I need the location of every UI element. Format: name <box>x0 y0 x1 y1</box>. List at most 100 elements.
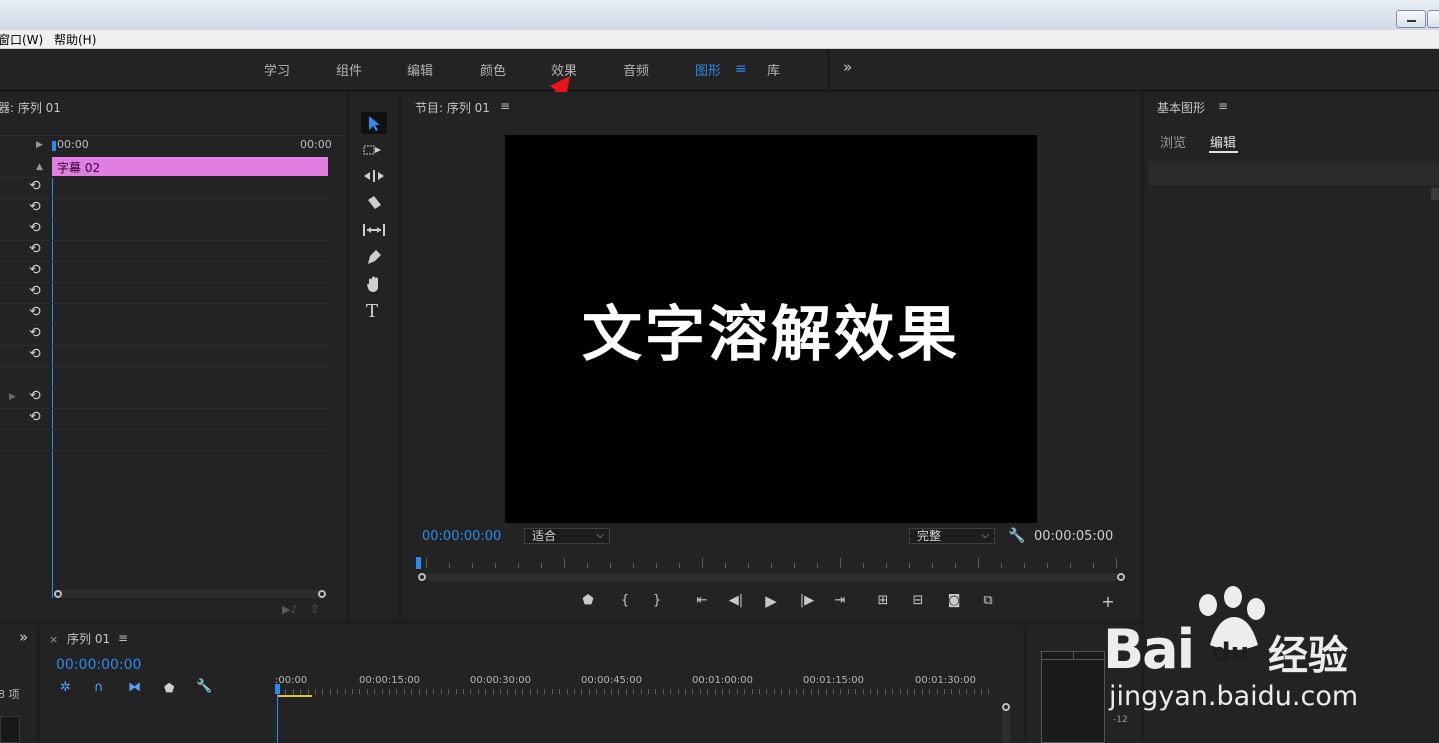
workspace-menu-icon[interactable]: ≡ <box>735 61 747 77</box>
property-row <box>0 198 328 220</box>
mark-out-icon[interactable]: } <box>647 593 667 608</box>
scroll-handle-right[interactable] <box>318 590 326 598</box>
panel-more-icon[interactable]: » <box>19 628 28 646</box>
reset-parameter-icon[interactable]: ⟲ <box>29 178 41 194</box>
nest-toggle-icon[interactable]: ✲ <box>60 680 71 695</box>
ruler-tick <box>863 563 864 568</box>
effect-scrollbar[interactable] <box>58 590 324 598</box>
audio-icon[interactable]: ▶♪ <box>282 603 297 616</box>
go-to-out-icon[interactable]: ⇥ <box>830 593 850 608</box>
workspace-tab-audio[interactable]: 音频 <box>623 60 649 79</box>
workspace-tab-learn[interactable]: 学习 <box>264 60 290 79</box>
play-icon[interactable]: ▶ <box>761 592 781 610</box>
workspace-tab-color[interactable]: 颜色 <box>480 60 506 79</box>
panel-menu-icon[interactable]: ≡ <box>500 99 510 113</box>
project-thumbnail[interactable] <box>0 716 20 743</box>
pen-tool-icon[interactable] <box>365 249 383 267</box>
playhead-marker[interactable] <box>52 141 56 151</box>
ruler-tick <box>670 689 671 694</box>
extract-icon[interactable]: ⊟ <box>908 593 928 608</box>
workspace-tab-editing[interactable]: 编辑 <box>407 60 433 79</box>
audio-meter <box>1041 651 1105 743</box>
program-video-frame[interactable]: 文字溶解效果 <box>505 135 1037 523</box>
reset-parameter-icon[interactable]: ⟲ <box>29 262 41 278</box>
expand-triangle-icon[interactable]: ▶ <box>9 392 16 402</box>
tab-edit[interactable]: 编辑 <box>1210 132 1236 151</box>
comparison-view-icon[interactable]: ⧉ <box>978 593 998 608</box>
workspace-tab-graphics[interactable]: 图形 <box>695 60 721 79</box>
property-row <box>0 429 328 451</box>
ruler-tick <box>715 689 716 694</box>
reset-parameter-icon[interactable]: ⟲ <box>29 220 41 236</box>
reset-parameter-icon[interactable]: ⟲ <box>29 241 41 257</box>
export-icon[interactable]: ⇪ <box>310 602 320 616</box>
workspace-tab-libraries[interactable]: 库 <box>767 60 780 79</box>
fit-dropdown[interactable]: 适合 ⌵ <box>524 528 610 544</box>
meter-db-label: -12 <box>1113 715 1128 725</box>
reset-parameter-icon[interactable]: ⟲ <box>29 388 41 404</box>
ruler-tick <box>855 689 856 694</box>
quality-dropdown[interactable]: 完整 ⌵ <box>909 528 995 544</box>
program-current-time[interactable]: 00:00:00:00 <box>422 529 501 544</box>
step-back-icon[interactable]: ◀| <box>726 593 746 608</box>
timeline-playhead[interactable] <box>275 684 280 694</box>
minimize-button[interactable] <box>1396 10 1426 28</box>
button-editor-plus-icon[interactable]: + <box>1098 592 1118 611</box>
linked-selection-icon[interactable]: ⧓ <box>128 680 141 695</box>
reset-parameter-icon[interactable]: ⟲ <box>29 346 41 362</box>
timeline-current-time[interactable]: 00:00:00:00 <box>56 657 141 673</box>
export-frame-camera-icon[interactable]: ◙ <box>944 593 964 608</box>
layers-list[interactable] <box>1149 162 1439 185</box>
ripple-edit-tool-icon[interactable] <box>363 169 385 183</box>
ruler-tick <box>493 689 494 694</box>
settings-wrench-icon[interactable]: 🔧 <box>1008 528 1025 544</box>
scroll-handle-right[interactable] <box>1117 573 1125 581</box>
collapse-triangle-icon[interactable]: ▲ <box>36 162 43 172</box>
scroll-handle-left[interactable] <box>54 590 62 598</box>
work-area-bar[interactable] <box>278 695 312 697</box>
ruler-tick <box>914 689 915 694</box>
expand-triangle-icon[interactable]: ▶ <box>36 140 43 150</box>
hand-tool-icon[interactable] <box>365 276 383 294</box>
reset-parameter-icon[interactable]: ⟲ <box>29 304 41 320</box>
maximize-button[interactable] <box>1427 10 1439 28</box>
workspace-more-icon[interactable]: » <box>843 58 852 76</box>
ruler-tick <box>1024 563 1025 568</box>
property-row <box>0 177 328 199</box>
close-tab-icon[interactable]: × <box>49 633 58 646</box>
program-scrollbar[interactable] <box>426 573 1118 581</box>
lift-icon[interactable]: ⊞ <box>873 593 893 608</box>
scroll-handle-left[interactable] <box>418 573 426 581</box>
clip-bar[interactable]: 字幕 02 <box>52 157 328 176</box>
add-marker-icon[interactable]: ⬟ <box>164 681 174 695</box>
scroll-handle-top[interactable] <box>1002 703 1010 711</box>
selection-tool-icon[interactable] <box>367 115 381 131</box>
go-to-in-icon[interactable]: ⇤ <box>692 593 712 608</box>
ruler-tick <box>500 689 501 694</box>
panel-menu-icon[interactable]: ≡ <box>1218 99 1228 113</box>
slip-tool-icon[interactable] <box>362 222 386 238</box>
add-marker-icon[interactable]: ⬟ <box>578 593 598 608</box>
ruler-tick <box>679 563 680 568</box>
snap-magnet-icon[interactable]: ∩ <box>94 680 104 695</box>
reset-parameter-icon[interactable]: ⟲ <box>29 325 41 341</box>
menu-window[interactable]: 窗口(W) <box>0 31 43 48</box>
step-forward-icon[interactable]: |▶ <box>797 593 817 608</box>
menu-help[interactable]: 帮助(H) <box>54 31 96 48</box>
ruler-tick <box>389 689 390 694</box>
track-select-tool-icon[interactable] <box>363 143 385 157</box>
tab-browse[interactable]: 浏览 <box>1160 132 1186 151</box>
reset-parameter-icon[interactable]: ⟲ <box>29 199 41 215</box>
timeline-playhead-line <box>277 694 278 743</box>
type-tool-icon[interactable]: T <box>366 301 378 322</box>
program-playhead[interactable] <box>416 557 421 569</box>
panel-menu-icon[interactable]: ≡ <box>118 631 128 645</box>
timeline-settings-wrench-icon[interactable]: 🔧 <box>196 679 212 694</box>
mark-in-icon[interactable]: { <box>615 593 635 608</box>
workspace-tab-assembly[interactable]: 组件 <box>336 60 362 79</box>
razor-tool-icon[interactable] <box>365 195 383 211</box>
ruler-tick <box>656 563 657 568</box>
reset-parameter-icon[interactable]: ⟲ <box>29 283 41 299</box>
reset-parameter-icon[interactable]: ⟲ <box>29 409 41 425</box>
graphics-scrollbar[interactable] <box>1431 188 1439 200</box>
